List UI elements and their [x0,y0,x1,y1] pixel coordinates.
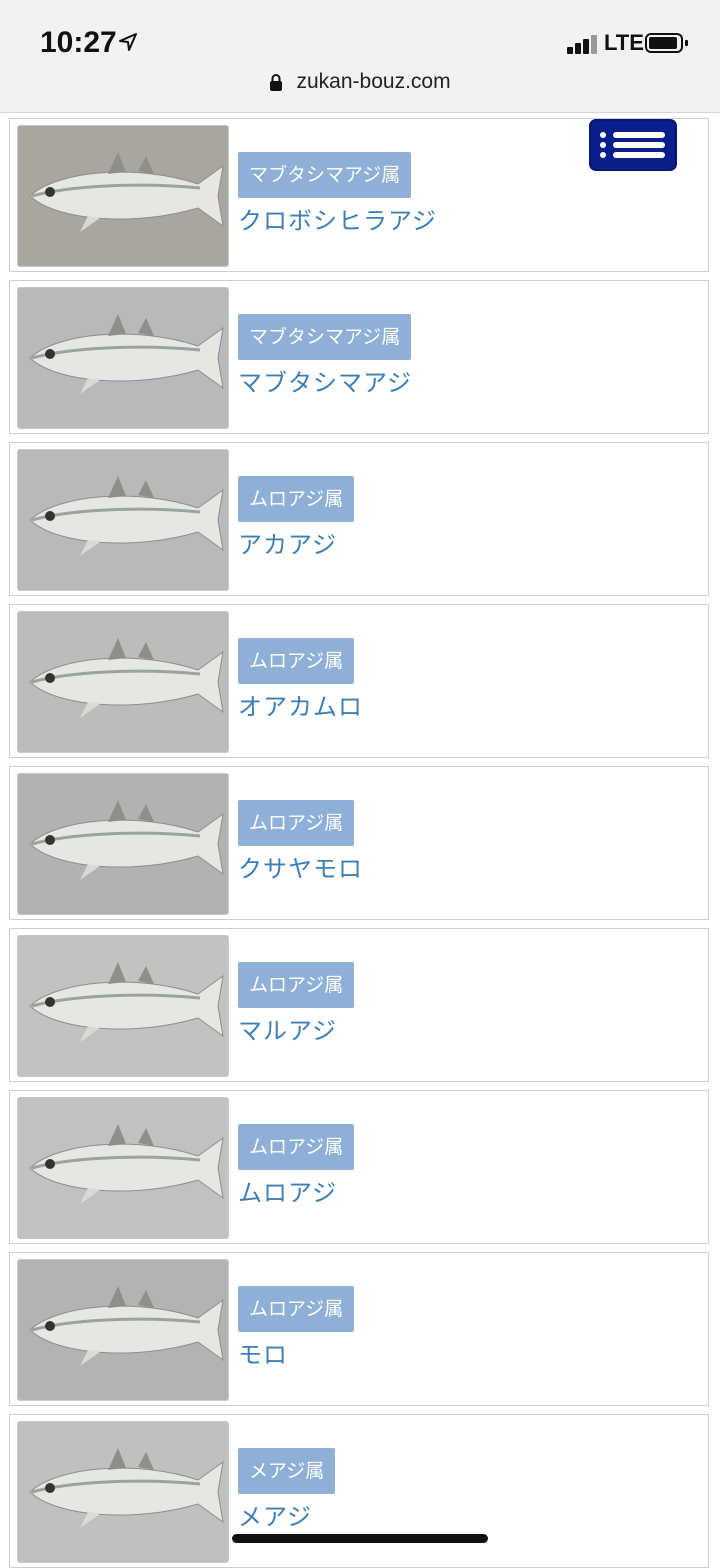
list-item[interactable]: ムロアジ属 クサヤモロ [9,766,709,920]
location-arrow-icon [119,33,137,51]
species-link[interactable]: オアカムロ [238,687,363,722]
list-item[interactable]: ムロアジ属 オアカムロ [9,604,709,758]
genus-badge[interactable]: ムロアジ属 [238,962,355,1008]
fish-image [29,1286,224,1366]
species-link[interactable]: モロ [238,1335,288,1370]
fish-thumbnail[interactable] [17,773,229,915]
fish-image [29,800,224,880]
url-text: zukan-bouz.com [296,70,451,93]
fish-thumbnail[interactable] [17,1259,229,1401]
fish-thumbnail[interactable] [17,125,229,267]
list-item[interactable]: マブタシマアジ属 マブタシマアジ [9,280,709,434]
fish-image [29,152,224,232]
fish-thumbnail[interactable] [17,1097,229,1239]
genus-badge[interactable]: ムロアジ属 [238,1286,355,1332]
fish-image [29,638,224,718]
network-type: LTE [604,30,644,55]
species-link[interactable]: マルアジ [238,1011,337,1046]
list-item[interactable]: ムロアジ属 マルアジ [9,928,709,1082]
fish-image [29,962,224,1042]
species-link[interactable]: メアジ [238,1497,312,1532]
genus-badge[interactable]: メアジ属 [238,1448,336,1494]
fish-image [29,476,224,556]
species-link[interactable]: クロボシヒラアジ [238,201,437,236]
fish-thumbnail[interactable] [17,1421,229,1563]
home-indicator [232,1534,488,1543]
menu-button[interactable] [589,119,677,171]
cellular-signal-icon [567,34,597,54]
status-bar: 10:27 LTE zukan-bouz.com [0,0,720,113]
species-link[interactable]: アカアジ [238,525,337,560]
fish-thumbnail[interactable] [17,287,229,429]
genus-badge[interactable]: ムロアジ属 [238,1124,355,1170]
fish-thumbnail[interactable] [17,449,229,591]
status-time: 10:27 [40,26,117,59]
fish-image [29,1448,224,1528]
list-item[interactable]: ムロアジ属 アカアジ [9,442,709,596]
genus-badge[interactable]: マブタシマアジ属 [238,314,412,360]
list-item[interactable]: メアジ属 メアジ [9,1414,709,1568]
species-link[interactable]: クサヤモロ [238,849,363,884]
lock-icon [270,74,283,91]
fish-thumbnail[interactable] [17,935,229,1077]
genus-badge[interactable]: マブタシマアジ属 [238,152,412,198]
list-item[interactable]: ムロアジ属 モロ [9,1252,709,1406]
list-item[interactable]: ムロアジ属 ムロアジ [9,1090,709,1244]
genus-badge[interactable]: ムロアジ属 [238,638,355,684]
genus-badge[interactable]: ムロアジ属 [238,800,355,846]
battery-icon [645,33,688,53]
species-link[interactable]: マブタシマアジ [238,363,412,398]
fish-image [29,1124,224,1204]
fish-thumbnail[interactable] [17,611,229,753]
genus-badge[interactable]: ムロアジ属 [238,476,355,522]
fish-image [29,314,224,394]
species-link[interactable]: ムロアジ [238,1173,337,1208]
address-bar[interactable]: zukan-bouz.com [0,70,720,94]
